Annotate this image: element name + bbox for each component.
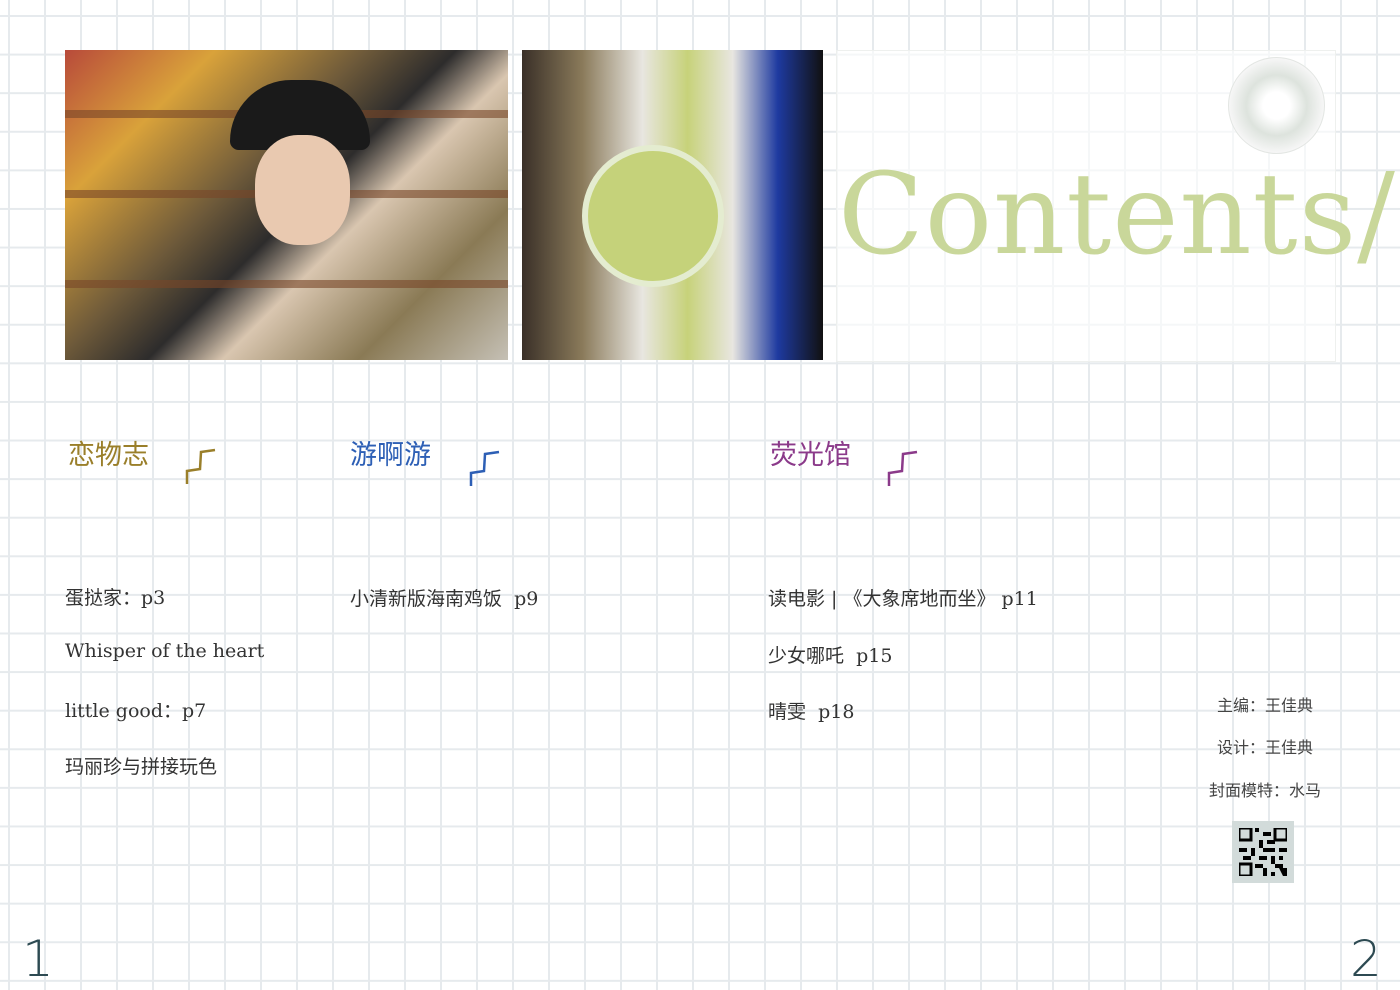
page-title: Contents/ [838,150,1396,280]
credit-model: 封面模特：水马 [1208,781,1321,800]
credit-editor: 主编：王佳典 [1216,696,1313,715]
toc-item[interactable]: 玛丽珍与拼接玩色 [65,752,217,779]
qr-code-icon[interactable] [1232,821,1294,883]
face-shape [255,135,350,245]
toc-item[interactable]: Whisper of the heart [65,640,264,662]
toc-item[interactable]: little good：p7 [65,696,206,723]
page-number-left: 1 [22,930,54,988]
flower-logo-icon [1228,57,1325,154]
toc-item[interactable]: 读电影 | 《大象席地而坐》 p11 [768,584,1038,611]
credit-design: 设计：王佳典 [1216,738,1313,757]
step-decoration-icon [469,450,500,486]
toc-item[interactable]: 小清新版海南鸡饭 p9 [350,584,538,611]
section-heading-1: 恋物志 [68,440,149,471]
toc-item[interactable]: 蛋挞家：p3 [65,583,165,610]
section-heading-3: 荧光馆 [770,440,851,471]
photo-cake-closeup [522,50,823,360]
step-decoration-icon [887,450,918,486]
cake-shape [582,145,724,287]
toc-item[interactable]: 晴雯 p18 [768,697,854,724]
section-heading-2: 游啊游 [350,440,431,471]
cover-photo-convenience-store [65,50,508,360]
page-number-right: 2 [1350,930,1382,988]
step-decoration-icon [185,448,216,484]
toc-item[interactable]: 少女哪吒 p15 [768,641,892,668]
